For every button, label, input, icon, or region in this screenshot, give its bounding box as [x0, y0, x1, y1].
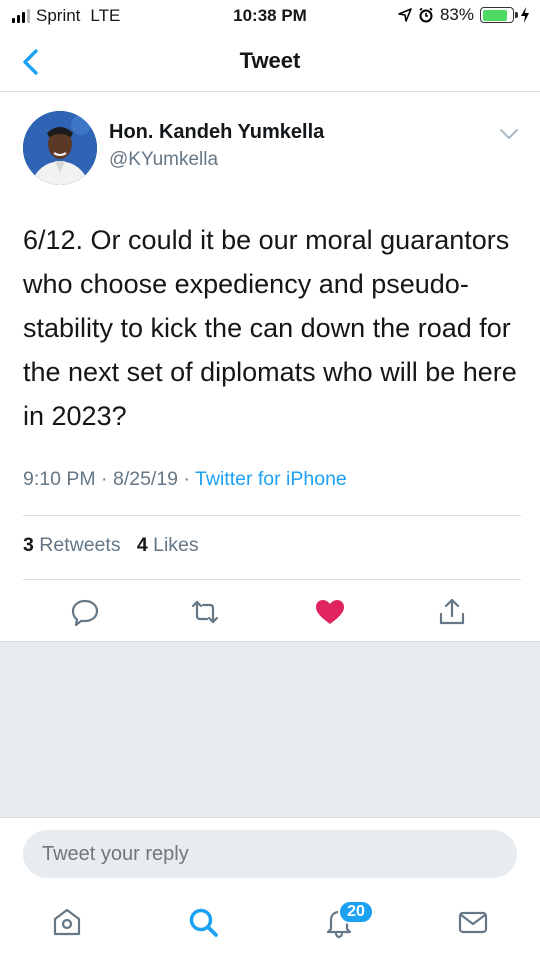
divider: [23, 579, 521, 580]
battery-percent: 83%: [439, 5, 474, 24]
retweet-label: Retweets: [39, 534, 121, 556]
like-label: Likes: [153, 534, 199, 556]
heart-icon[interactable]: [314, 596, 346, 628]
retweet-icon[interactable]: [189, 596, 221, 628]
tweet-meta: 9:10 PM · 8/25/19 · Twitter for iPhone: [23, 468, 347, 491]
tweet-text: 6/12. Or could it be our moral guarantor…: [23, 225, 517, 431]
alarm-icon: [419, 7, 433, 23]
divider: [23, 515, 521, 516]
reply-icon[interactable]: [69, 596, 101, 628]
chevron-down-icon[interactable]: [497, 124, 521, 144]
author-name[interactable]: Hon. Kandeh Yumkella: [109, 121, 324, 144]
share-icon[interactable]: [436, 596, 468, 628]
tweet-actions: [0, 590, 540, 640]
replies-area: [0, 641, 540, 817]
status-bar: Sprint LTE 10:38 PM 83%: [0, 0, 540, 34]
retweets-stat[interactable]: 3 Retweets: [23, 534, 121, 556]
charging-icon: [521, 7, 529, 23]
messages-envelope-icon[interactable]: [456, 905, 490, 939]
author-handle[interactable]: @KYumkella: [109, 149, 218, 171]
location-icon: [398, 8, 412, 22]
meta-separator: ·: [101, 468, 108, 490]
notifications-badge: 20: [338, 900, 374, 924]
reply-input[interactable]: [23, 830, 517, 878]
tweet-date: 8/25/19: [112, 468, 179, 490]
home-icon[interactable]: [50, 905, 84, 939]
tweet-time: 9:10 PM: [23, 468, 96, 490]
page-title: Tweet: [239, 48, 301, 73]
search-icon[interactable]: [186, 905, 220, 939]
avatar[interactable]: [23, 111, 97, 185]
status-right: 83%: [398, 5, 530, 25]
retweet-count: 3: [23, 534, 34, 556]
tab-bar: [0, 887, 540, 960]
reply-bar: [0, 817, 540, 887]
tweet-source-link[interactable]: Twitter for iPhone: [195, 468, 347, 490]
like-count: 4: [136, 534, 148, 556]
meta-separator: ·: [183, 468, 190, 490]
navigation-bar: Tweet: [0, 34, 540, 92]
tweet-stats: 3 Retweets 4 Likes: [23, 534, 199, 557]
battery-icon: [480, 7, 518, 23]
likes-stat[interactable]: 4 Likes: [137, 534, 199, 556]
